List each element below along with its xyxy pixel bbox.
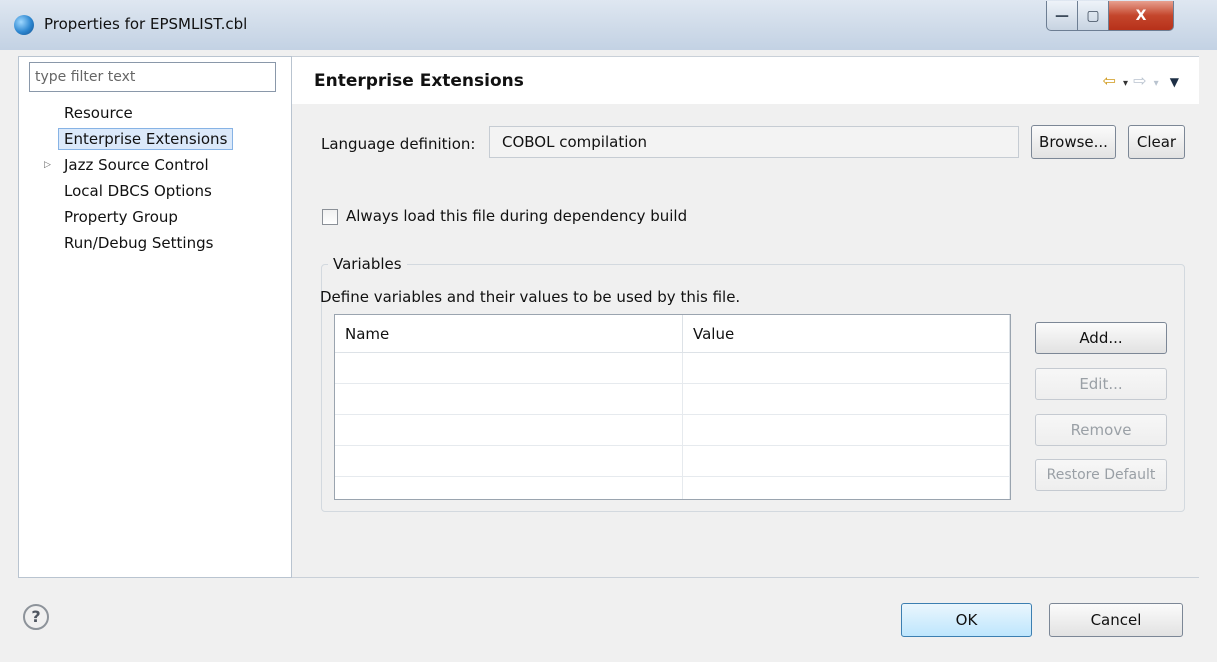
always-load-checkbox[interactable] (322, 209, 338, 225)
forward-dropdown-icon[interactable]: ▾ (1154, 78, 1159, 89)
column-header-name[interactable]: Name (335, 315, 683, 353)
nav-item-local-dbcs-options[interactable]: Local DBCS Options (0, 178, 290, 204)
nav-item-label: Jazz Source Control (64, 156, 209, 174)
nav-item-label: Run/Debug Settings (64, 234, 214, 252)
table-row (335, 445, 1010, 477)
title-bar[interactable]: Properties for EPSMLIST.cbl — ▢ X (0, 0, 1217, 50)
nav-item-property-group[interactable]: Property Group (0, 204, 290, 230)
back-dropdown-icon[interactable]: ▾ (1123, 78, 1128, 89)
property-page: Enterprise Extensions ⇦ ▾ ⇨ ▾ ▼ Language… (292, 56, 1199, 578)
page-header: Enterprise Extensions ⇦ ▾ ⇨ ▾ ▼ (292, 57, 1199, 104)
nav-item-enterprise-extensions[interactable]: Enterprise Extensions (0, 126, 290, 152)
nav-item-label: Resource (64, 104, 133, 122)
globe-icon (14, 15, 34, 35)
maximize-button[interactable]: ▢ (1077, 1, 1109, 31)
variables-legend: Variables (328, 255, 407, 273)
table-row (335, 383, 1010, 415)
cancel-button[interactable]: Cancel (1049, 603, 1183, 637)
help-icon[interactable]: ? (23, 604, 49, 630)
table-row (335, 476, 1010, 499)
nav-item-resource[interactable]: Resource (0, 100, 290, 126)
nav-list: Resource Enterprise Extensions ▷ Jazz So… (0, 100, 290, 256)
column-header-value[interactable]: Value (682, 315, 1010, 353)
close-button[interactable]: X (1108, 1, 1174, 31)
nav-item-label: Property Group (64, 208, 178, 226)
nav-item-run-debug-settings[interactable]: Run/Debug Settings (0, 230, 290, 256)
page-title: Enterprise Extensions (314, 71, 524, 91)
forward-arrow-icon[interactable]: ⇨ (1133, 71, 1146, 90)
variables-table[interactable]: Name Value (334, 314, 1011, 500)
remove-variable-button[interactable]: Remove (1035, 414, 1167, 446)
ok-button[interactable]: OK (901, 603, 1032, 637)
minimize-button[interactable]: — (1046, 1, 1078, 31)
variables-description: Define variables and their values to be … (320, 288, 741, 306)
restore-default-button[interactable]: Restore Default (1035, 459, 1167, 491)
filter-input[interactable] (29, 62, 276, 92)
language-definition-field: COBOL compilation (489, 126, 1019, 158)
always-load-label[interactable]: Always load this file during dependency … (346, 207, 687, 225)
nav-item-label: Local DBCS Options (64, 182, 212, 200)
language-definition-label: Language definition: (321, 135, 476, 153)
window-title: Properties for EPSMLIST.cbl (44, 15, 248, 33)
triangle-right-icon[interactable]: ▷ (44, 152, 51, 178)
clear-button[interactable]: Clear (1128, 125, 1185, 159)
table-row (335, 352, 1010, 384)
back-arrow-icon[interactable]: ⇦ (1103, 71, 1116, 90)
properties-dialog: Properties for EPSMLIST.cbl — ▢ X Resour… (0, 0, 1217, 662)
nav-item-label: Enterprise Extensions (58, 128, 234, 150)
nav-item-jazz-source-control[interactable]: ▷ Jazz Source Control (0, 152, 290, 178)
view-menu-icon[interactable]: ▼ (1170, 75, 1179, 89)
browse-button[interactable]: Browse... (1031, 125, 1116, 159)
edit-variable-button[interactable]: Edit... (1035, 368, 1167, 400)
table-row (335, 414, 1010, 446)
history-nav: ⇦ ▾ ⇨ ▾ ▼ (1103, 71, 1179, 90)
add-variable-button[interactable]: Add... (1035, 322, 1167, 354)
